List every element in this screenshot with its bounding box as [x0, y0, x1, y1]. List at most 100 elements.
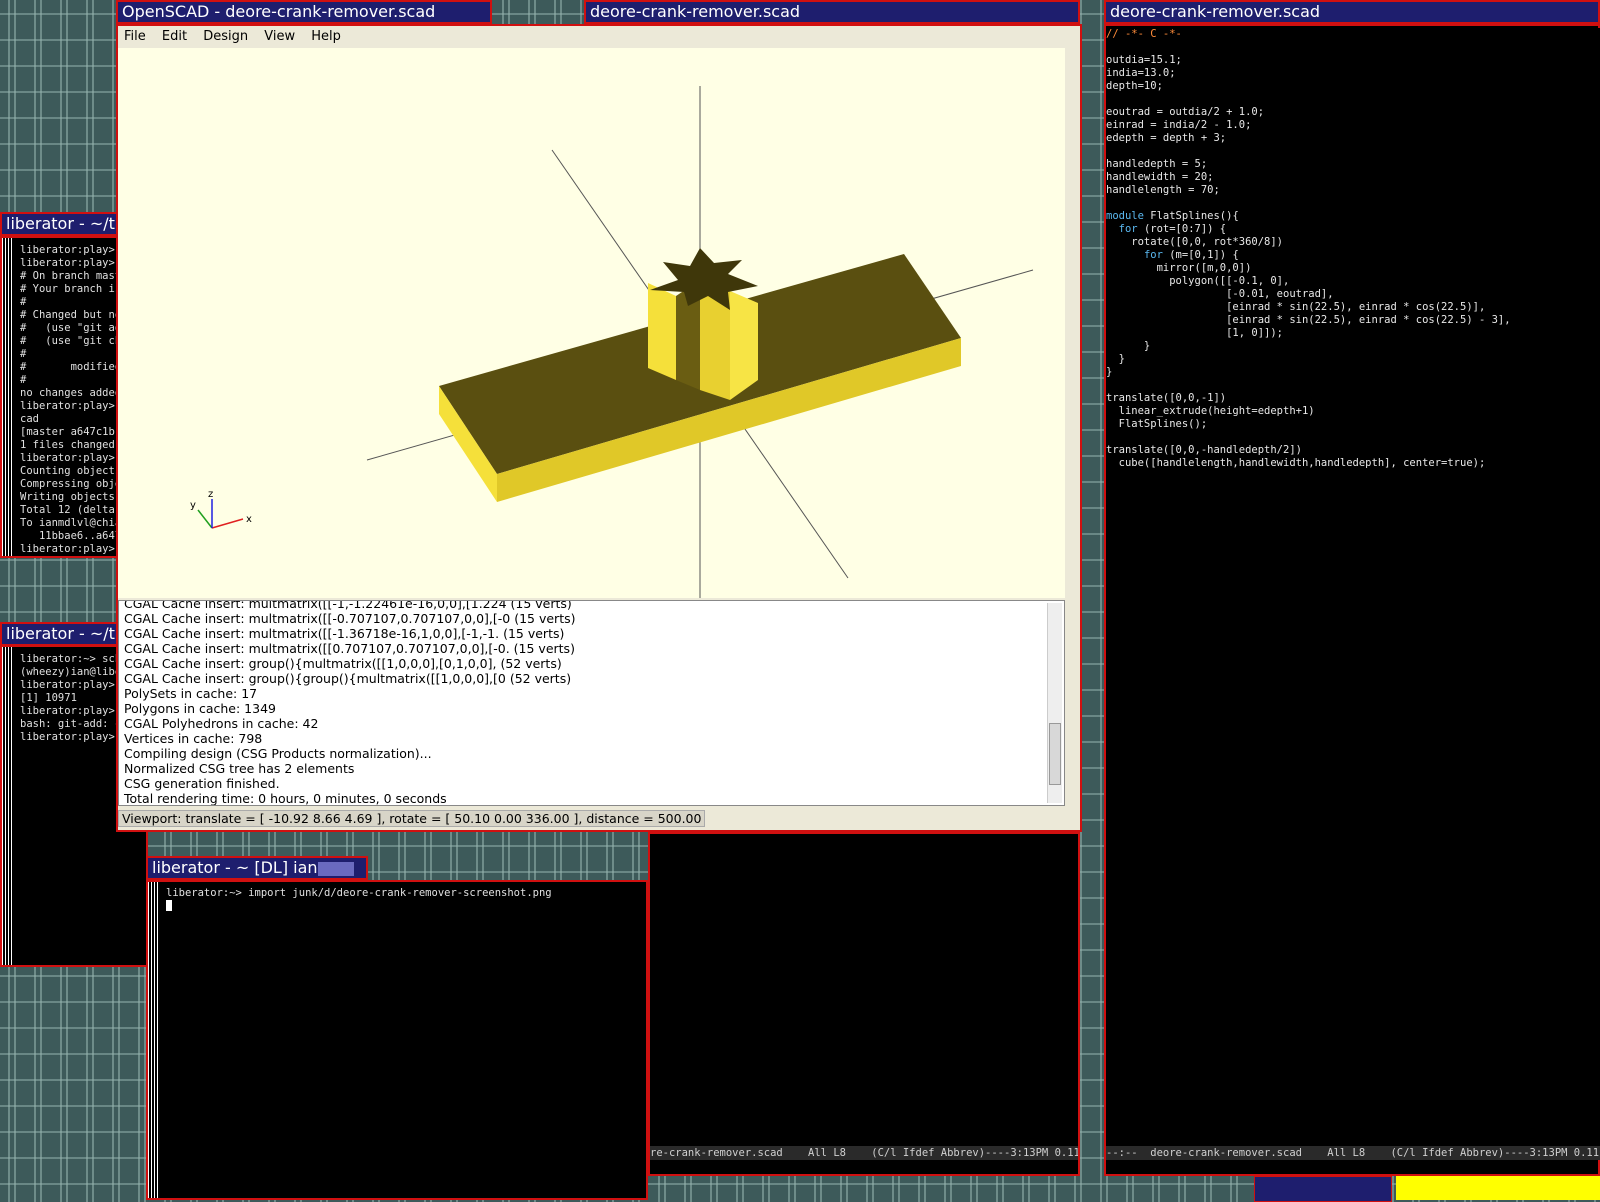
code-line: } — [1106, 353, 1125, 365]
term1-line: 1 files changed — [20, 439, 115, 451]
axis-z-label: z — [208, 489, 213, 500]
console-lines: CGAL Cache insert: multmatrix([[-1,-1.22… — [124, 600, 1044, 806]
menu-view[interactable]: View — [264, 29, 295, 44]
source-code[interactable]: // -*- C -*- outdia=15.1; india=13.0; dept… — [1106, 28, 1600, 470]
console-line: CGAL Cache insert: multmatrix([[-1.36718… — [124, 626, 565, 641]
code-line: rotate([0,0, rot*360/8]) — [1106, 236, 1284, 248]
term1-line: # — [20, 348, 27, 360]
code-line: eoutrad = outdia/2 + 1.0; — [1106, 106, 1265, 118]
term1-terminal[interactable]: liberator:play> g liberator:play> g # On b… — [0, 236, 118, 558]
term1-line: # Changed but no — [20, 309, 118, 321]
code-line: depth=10; — [1106, 80, 1163, 92]
term1-scrollbar[interactable] — [2, 238, 14, 556]
term1-line: Compressing obje — [20, 478, 118, 490]
console-line: CGAL Cache insert: multmatrix([[-0.70710… — [124, 611, 576, 626]
term1-line: liberator:play> g — [20, 257, 118, 269]
3d-viewport[interactable]: x y z — [118, 48, 1065, 598]
code-line: for (m=[0,1]) { — [1143, 249, 1239, 261]
code-editor[interactable]: // -*- C -*- outdia=15.1; india=13.0; dept… — [1106, 28, 1600, 1146]
term1-line: no changes added — [20, 387, 118, 399]
term3-output: liberator:~> import junk/d/deore-crank-r… — [166, 887, 646, 900]
emacs-frame-2 — [648, 832, 1080, 1176]
code-line: } — [1106, 366, 1113, 378]
status-bar: Viewport: translate = [ -10.92 8.66 4.69… — [118, 808, 1065, 830]
term3-scrollbar[interactable] — [148, 882, 160, 1198]
axis-y-label: y — [190, 500, 196, 511]
term1-line: # (use "git ad — [20, 322, 118, 334]
term1-line: liberator:play> g — [20, 244, 118, 256]
code-line: edepth = depth + 3; — [1106, 132, 1227, 144]
emacs-frame-2-modeline: re-crank-remover.scad All L8 (C/l Ifdef … — [650, 1146, 1078, 1160]
term1-line: 11bbae6..a647 — [20, 530, 118, 542]
editor-modeline: --:-- deore-crank-remover.scad All L8 (C… — [1106, 1146, 1600, 1160]
term1-line: # — [20, 374, 27, 386]
code-line: [-0.01, eoutrad], — [1106, 288, 1334, 300]
console-line: CGAL Cache insert: multmatrix([[-1,-1.22… — [124, 600, 572, 611]
term1-line: # — [20, 296, 27, 308]
code-line: cube([handlelength,handlewidth,handledep… — [1106, 457, 1486, 469]
tray-widget[interactable] — [1396, 1176, 1600, 1200]
console-line: PolySets in cache: 17 — [124, 686, 258, 701]
term3-cursor — [166, 900, 172, 911]
viewport-status: Viewport: translate = [ -10.92 8.66 4.69… — [118, 810, 706, 827]
console-scrollbar[interactable] — [1047, 603, 1062, 803]
console-line: Total rendering time: 0 hours, 0 minutes… — [124, 791, 447, 806]
console-line: CGAL Cache insert: multmatrix([[0.707107… — [124, 641, 575, 656]
code-line: linear_extrude(height=edepth+1) — [1106, 405, 1315, 417]
term1-line: # (use "git ch — [20, 335, 118, 347]
console-output[interactable]: CGAL Cache insert: multmatrix([[-1,-1.22… — [118, 600, 1065, 806]
code-line: [einrad * sin(22.5), einrad * cos(22.5)]… — [1106, 301, 1486, 313]
code-line: // -*- C -*- — [1106, 28, 1182, 40]
menu-help[interactable]: Help — [311, 29, 341, 44]
term2-scrollbar[interactable] — [2, 647, 14, 965]
openscad-menubar: File Edit Design View Help — [118, 26, 1065, 49]
code-line: polygon([[-0.1, 0], — [1106, 275, 1290, 287]
menu-file[interactable]: File — [124, 29, 146, 44]
term1-titlebar[interactable]: liberator - ~/th — [0, 212, 118, 236]
openscad-titlebar[interactable]: OpenSCAD - deore-crank-remover.scad — [116, 0, 492, 24]
code-line: [1, 0]]); — [1106, 327, 1284, 339]
pager-widget[interactable] — [1254, 1176, 1392, 1202]
term1-line: liberator:play> g — [20, 400, 118, 412]
term1-output: liberator:play> g liberator:play> g # On b… — [20, 244, 116, 556]
code-line: FlatSplines(); — [1106, 418, 1208, 430]
term3-title-indicator — [318, 862, 354, 876]
openscad-tab-title[interactable]: deore-crank-remover.scad — [584, 0, 1080, 24]
code-line: translate([0,0,-1]) — [1106, 392, 1227, 404]
term1-line: cad — [20, 413, 39, 425]
console-line: Vertices in cache: 798 — [124, 731, 263, 746]
console-line: Normalized CSG tree has 2 elements — [124, 761, 355, 776]
code-line: handlewidth = 20; — [1106, 171, 1214, 183]
code-line: } — [1106, 340, 1151, 352]
code-line: translate([0,0,-handledepth/2]) — [1106, 444, 1302, 456]
menu-design[interactable]: Design — [203, 29, 248, 44]
axis-x-label: x — [246, 514, 252, 525]
console-line: CGAL Polyhedrons in cache: 42 — [124, 716, 319, 731]
console-line: Compiling design (CSG Products normaliza… — [124, 746, 432, 761]
menu-edit[interactable]: Edit — [162, 29, 187, 44]
console-line: CGAL Cache insert: group(){multmatrix([[… — [124, 656, 562, 671]
axes-gizmo: x y z — [190, 489, 252, 529]
code-line: handlelength = 70; — [1106, 184, 1220, 196]
code-line: india=13.0; — [1106, 67, 1176, 79]
editor-titlebar[interactable]: deore-crank-remover.scad — [1104, 0, 1600, 24]
term1-line: Counting objects — [20, 465, 118, 477]
code-line: for (rot=[0:7]) { — [1118, 223, 1227, 235]
term3-terminal[interactable]: liberator:~> import junk/d/deore-crank-r… — [146, 880, 648, 1200]
console-line: CGAL Cache insert: group(){group(){multm… — [124, 671, 572, 686]
console-scroll-thumb[interactable] — [1049, 723, 1061, 785]
term3-line: liberator:~> import junk/d/deore-crank-r… — [166, 887, 552, 899]
term2-titlebar[interactable]: liberator - ~/th — [0, 622, 118, 646]
term1-line: liberator:play> — [20, 543, 118, 555]
term1-line: Writing objects: — [20, 491, 118, 503]
term1-line: liberator:play> g — [20, 452, 118, 464]
spline-face-1 — [648, 283, 676, 380]
code-line: module FlatSplines(){ — [1106, 210, 1239, 222]
code-line: handledepth = 5; — [1106, 158, 1208, 170]
